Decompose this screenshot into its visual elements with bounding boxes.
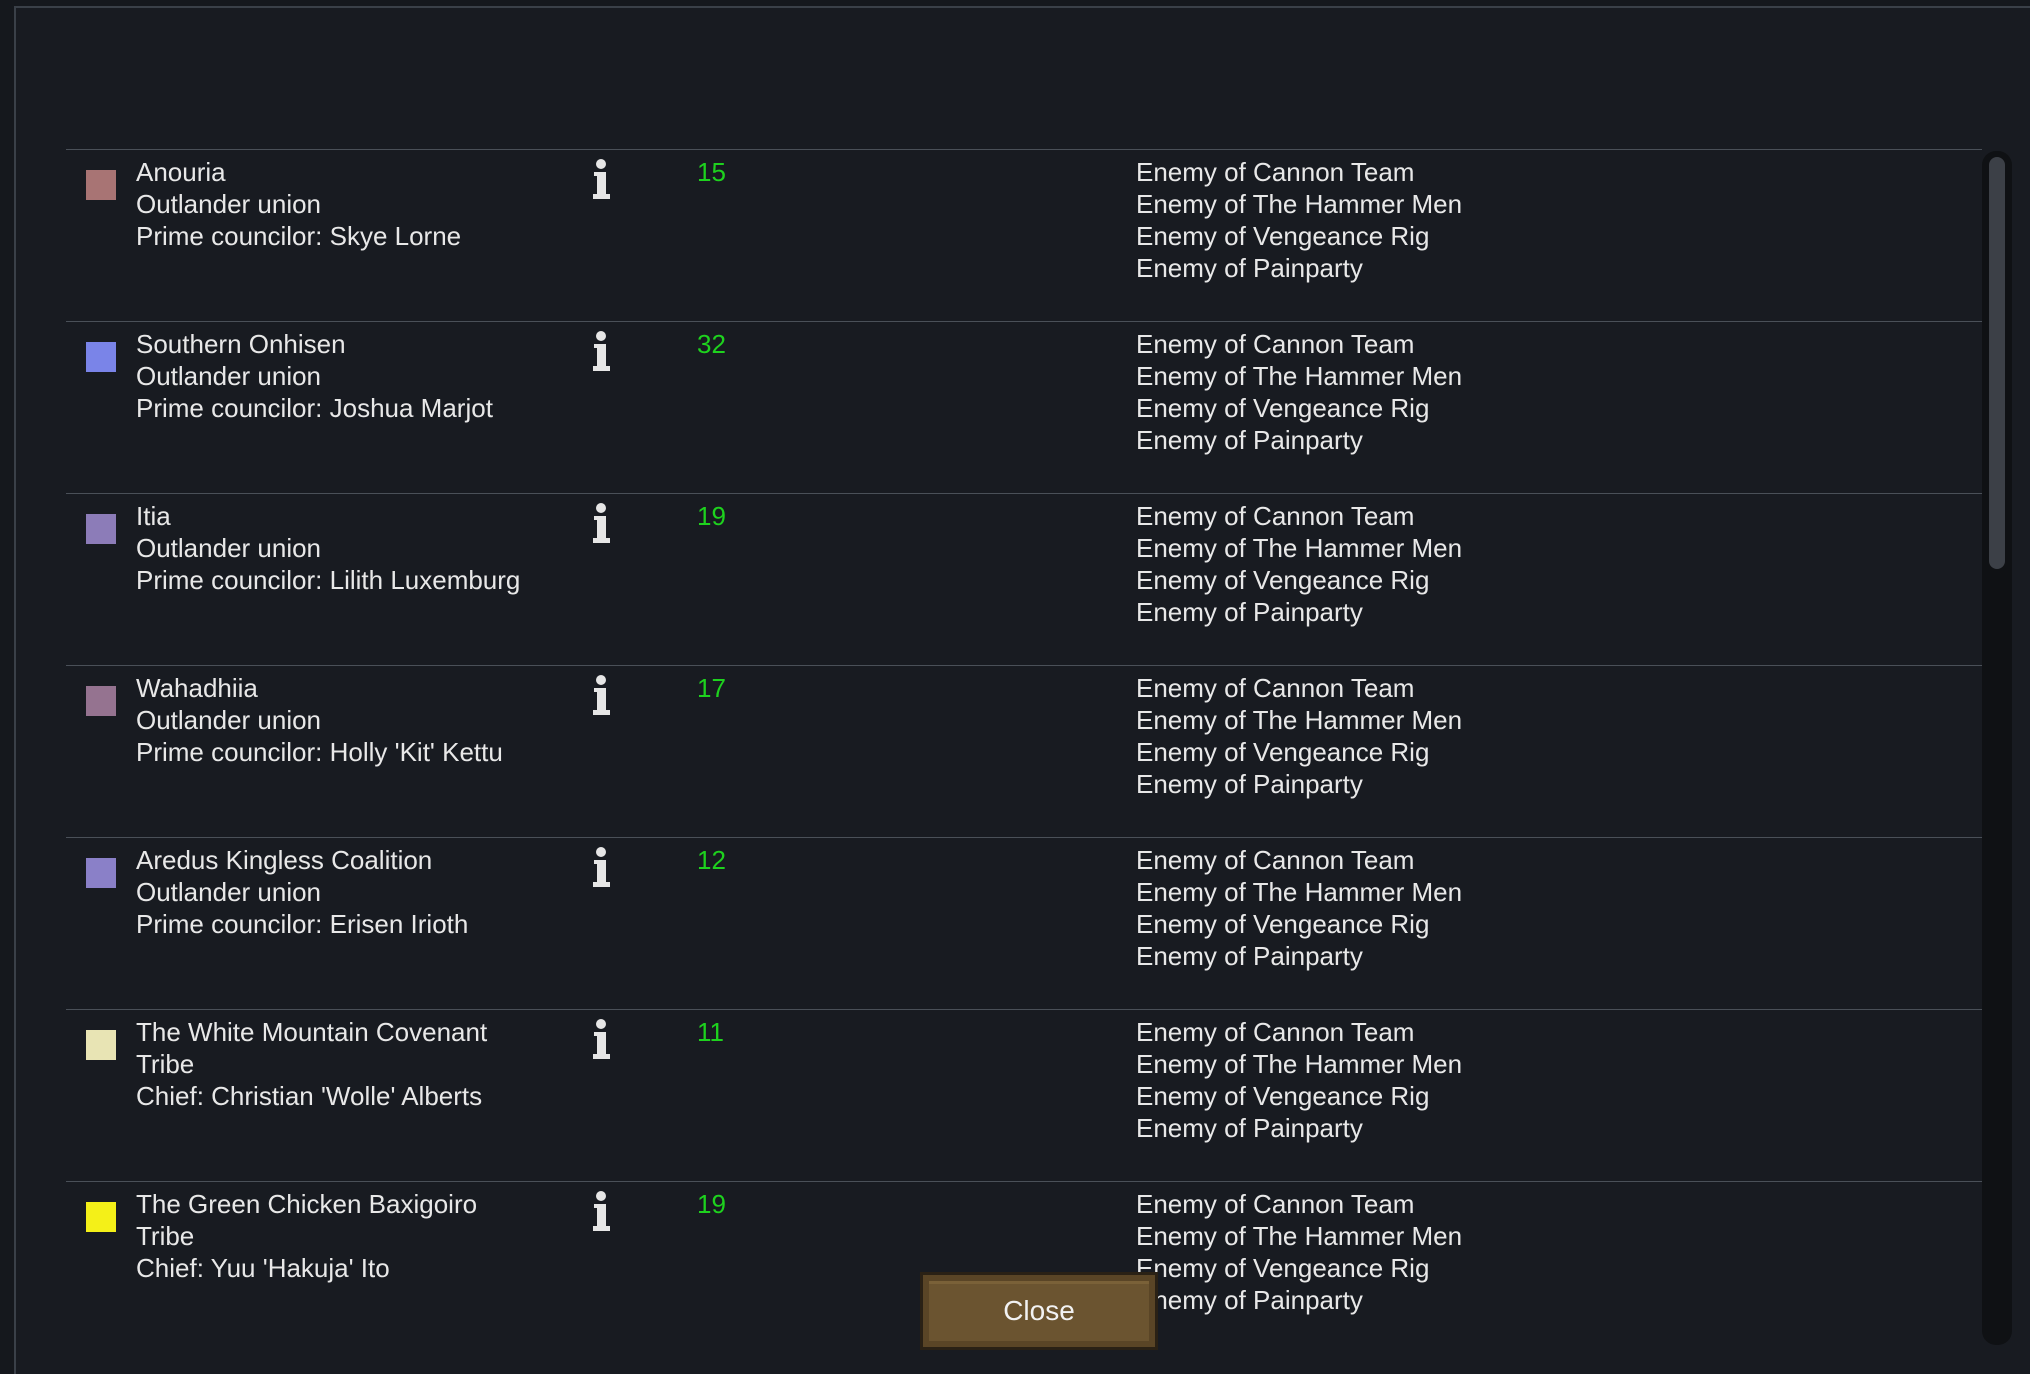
relation-item: Enemy of Painparty xyxy=(1136,1113,1363,1143)
faction-count: 19 xyxy=(697,501,726,531)
relation-item: Enemy of Painparty xyxy=(1136,253,1363,283)
faction-info-block: Southern Onhisen Outlander union Prime cou… xyxy=(136,328,493,424)
faction-color-swatch xyxy=(86,1030,116,1060)
relation-item: Enemy of Cannon Team xyxy=(1136,501,1415,531)
faction-name: Wahadhiia xyxy=(136,673,258,703)
faction-row: Anouria Outlander union Prime councilor: S… xyxy=(66,149,1982,321)
faction-name: The Green Chicken Baxigoiro xyxy=(136,1189,478,1219)
faction-relations: Enemy of Cannon Team Enemy of The Hammer … xyxy=(1136,1016,1462,1144)
faction-relations: Enemy of Cannon Team Enemy of The Hammer … xyxy=(1136,500,1462,628)
faction-type: Outlander union xyxy=(136,533,322,563)
faction-relations: Enemy of Cannon Team Enemy of The Hammer … xyxy=(1136,156,1462,284)
faction-count: 11 xyxy=(697,1017,724,1047)
relation-item: Enemy of Cannon Team xyxy=(1136,1017,1415,1047)
faction-row: Southern Onhisen Outlander union Prime cou… xyxy=(66,321,1982,493)
faction-relations: Enemy of Cannon Team Enemy of The Hammer … xyxy=(1136,844,1462,972)
relation-item: Enemy of Vengeance Rig xyxy=(1136,565,1430,595)
info-icon[interactable] xyxy=(586,1018,616,1062)
relation-item: Enemy of Cannon Team xyxy=(1136,329,1415,359)
faction-row: Itia Outlander union Prime councilor: Lili… xyxy=(66,493,1982,665)
faction-info-block: Itia Outlander union Prime councilor: Lili… xyxy=(136,500,520,596)
faction-leader: Prime councilor: Lilith Luxemburg xyxy=(136,565,521,595)
close-button[interactable]: Close xyxy=(920,1272,1158,1350)
faction-color-swatch xyxy=(86,514,116,544)
scrollbar-thumb[interactable] xyxy=(1989,157,2005,569)
relation-item: Enemy of Vengeance Rig xyxy=(1136,737,1430,767)
relation-item: Enemy of Vengeance Rig xyxy=(1136,909,1430,939)
relation-item: Enemy of The Hammer Men xyxy=(1136,1221,1463,1251)
relation-item: Enemy of Painparty xyxy=(1136,425,1363,455)
faction-color-swatch xyxy=(86,342,116,372)
relation-item: Enemy of The Hammer Men xyxy=(1136,705,1463,735)
faction-type: Outlander union xyxy=(136,877,322,907)
relation-item: Enemy of Painparty xyxy=(1136,597,1363,627)
relation-item: Enemy of Vengeance Rig xyxy=(1136,1253,1430,1283)
faction-leader: Chief: Christian 'Wolle' Alberts xyxy=(136,1081,483,1111)
relation-item: Enemy of Painparty xyxy=(1136,941,1363,971)
factions-dialog: Anouria Outlander union Prime councilor: S… xyxy=(14,6,2030,1374)
faction-color-swatch xyxy=(86,858,116,888)
info-icon[interactable] xyxy=(586,1190,616,1234)
scrollbar[interactable] xyxy=(1982,151,2012,1345)
faction-name: Itia xyxy=(136,501,171,531)
faction-count: 12 xyxy=(697,845,726,875)
faction-type: Outlander union xyxy=(136,705,322,735)
faction-info-block: The White Mountain Covenant Tribe Chief: C… xyxy=(136,1016,487,1112)
relation-item: Enemy of Cannon Team xyxy=(1136,157,1415,187)
faction-info-block: Aredus Kingless Coalition Outlander union… xyxy=(136,844,468,940)
faction-name: Southern Onhisen xyxy=(136,329,346,359)
relation-item: Enemy of The Hammer Men xyxy=(1136,189,1463,219)
info-icon[interactable] xyxy=(586,330,616,374)
faction-row: The White Mountain Covenant Tribe Chief: C… xyxy=(66,1009,1982,1181)
info-icon[interactable] xyxy=(586,158,616,202)
info-icon[interactable] xyxy=(586,502,616,546)
faction-name: Aredus Kingless Coalition xyxy=(136,845,433,875)
faction-color-swatch xyxy=(86,686,116,716)
faction-count: 15 xyxy=(697,157,726,187)
info-icon[interactable] xyxy=(586,674,616,718)
relation-item: Enemy of Cannon Team xyxy=(1136,845,1415,875)
faction-relations: Enemy of Cannon Team Enemy of The Hammer … xyxy=(1136,672,1462,800)
faction-type: Tribe xyxy=(136,1049,195,1079)
relation-item: Enemy of The Hammer Men xyxy=(1136,877,1463,907)
faction-count: 19 xyxy=(697,1189,726,1219)
relation-item: Enemy of The Hammer Men xyxy=(1136,533,1463,563)
relation-item: Enemy of The Hammer Men xyxy=(1136,361,1463,391)
faction-color-swatch xyxy=(86,170,116,200)
faction-leader: Chief: Yuu 'Hakuja' Ito xyxy=(136,1253,390,1283)
faction-row: Wahadhiia Outlander union Prime councilor:… xyxy=(66,665,1982,837)
faction-leader: Prime councilor: Skye Lorne xyxy=(136,221,462,251)
faction-info-block: The Green Chicken Baxigoiro Tribe Chief: Y… xyxy=(136,1188,477,1284)
relation-item: Enemy of Vengeance Rig xyxy=(1136,1081,1430,1111)
relation-item: Enemy of The Hammer Men xyxy=(1136,1049,1463,1079)
faction-name: The White Mountain Covenant xyxy=(136,1017,488,1047)
window-frame: Anouria Outlander union Prime councilor: S… xyxy=(0,0,2030,1374)
faction-leader: Prime councilor: Joshua Marjot xyxy=(136,393,493,423)
relation-item: Enemy of Cannon Team xyxy=(1136,673,1415,703)
faction-name: Anouria xyxy=(136,157,226,187)
faction-color-swatch xyxy=(86,1202,116,1232)
faction-info-block: Anouria Outlander union Prime councilor: S… xyxy=(136,156,461,252)
faction-relations: Enemy of Cannon Team Enemy of The Hammer … xyxy=(1136,1188,1462,1316)
faction-type: Outlander union xyxy=(136,361,322,391)
relation-item: Enemy of Painparty xyxy=(1136,1285,1363,1315)
faction-list[interactable]: Anouria Outlander union Prime councilor: S… xyxy=(66,149,1982,1329)
faction-count: 17 xyxy=(697,673,726,703)
relation-item: Enemy of Vengeance Rig xyxy=(1136,221,1430,251)
relation-item: Enemy of Vengeance Rig xyxy=(1136,393,1430,423)
faction-leader: Prime councilor: Holly 'Kit' Kettu xyxy=(136,737,503,767)
faction-type: Tribe xyxy=(136,1221,195,1251)
faction-count: 32 xyxy=(697,329,726,359)
faction-info-block: Wahadhiia Outlander union Prime councilor:… xyxy=(136,672,503,768)
info-icon[interactable] xyxy=(586,846,616,890)
faction-row: Aredus Kingless Coalition Outlander union… xyxy=(66,837,1982,1009)
relation-item: Enemy of Painparty xyxy=(1136,769,1363,799)
faction-leader: Prime councilor: Erisen Irioth xyxy=(136,909,469,939)
relation-item: Enemy of Cannon Team xyxy=(1136,1189,1415,1219)
faction-type: Outlander union xyxy=(136,189,322,219)
faction-relations: Enemy of Cannon Team Enemy of The Hammer … xyxy=(1136,328,1462,456)
